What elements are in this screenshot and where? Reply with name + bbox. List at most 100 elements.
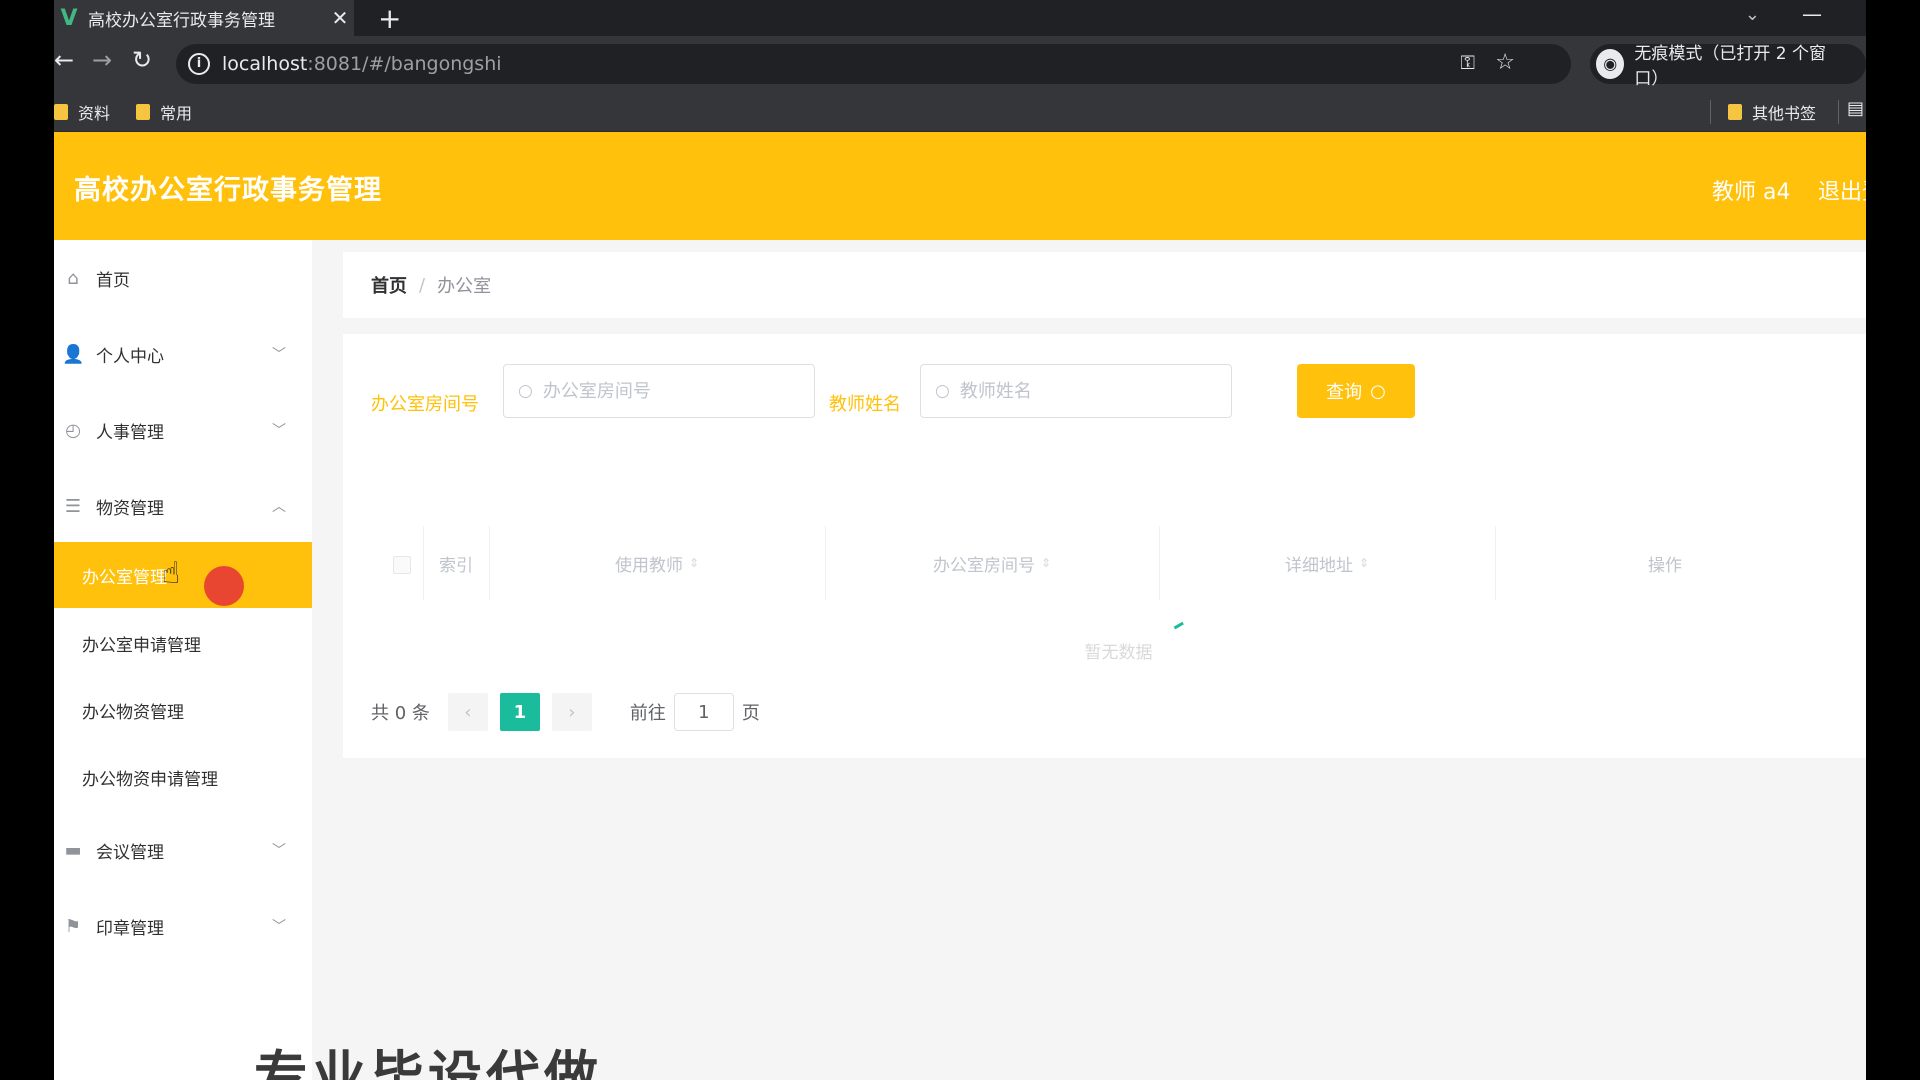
chevron-down-icon: ﹀ [272, 919, 286, 935]
empty-data-text: 暂无数据 [1084, 643, 1153, 663]
sidebar-item-seal[interactable]: ⚑ 印章管理 ﹀ [54, 896, 312, 956]
password-key-icon[interactable]: ⚿ [1461, 52, 1475, 74]
reading-list-icon[interactable]: ▤ [1847, 98, 1864, 119]
browser-toolbar: ← → ↻ i localhost:8081/#/bangongshi ⚿ ☆ … [54, 36, 1866, 92]
new-tab-button[interactable]: + [378, 2, 401, 35]
bookmark-folder[interactable]: 资料 [54, 100, 110, 124]
sidebar-subitem-office-apply[interactable]: 办公室申请管理 [54, 610, 312, 676]
app-title: 高校办公室行政事务管理 [74, 175, 382, 206]
sidebar-item-label: 印章管理 [96, 918, 164, 939]
vue-logo-icon: V [60, 5, 78, 31]
bookmark-divider [1710, 100, 1711, 124]
search-icon: ○ [1370, 380, 1386, 402]
tab-close-icon[interactable]: ✕ [326, 6, 354, 30]
bookmark-folder[interactable]: 常用 [136, 100, 192, 124]
logout-link[interactable]: 退出登录 [1818, 174, 1866, 206]
page-suffix: 页 [741, 703, 760, 724]
hand-cursor-icon: ☝ [162, 556, 181, 591]
goto-page-input[interactable]: 1 [673, 693, 734, 731]
content-panel: 办公室房间号 ○ 教师姓名 ○ 查询 ○ 索引 [343, 334, 1866, 758]
search-icon: ○ [518, 381, 533, 401]
address-bar[interactable]: i localhost:8081/#/bangongshi ⚿ ☆ [176, 44, 1571, 84]
user-name: 教师 a4 [1712, 180, 1791, 205]
sidebar-subitem-supplies-apply[interactable]: 办公物资申请管理 [54, 744, 312, 810]
sort-icon[interactable]: ⇕ [1359, 556, 1369, 570]
breadcrumb: 首页 / 办公室 [343, 252, 1866, 318]
tab-search-icon[interactable]: ⌄ [1745, 4, 1760, 25]
meeting-icon: ▬ [64, 839, 82, 861]
teacher-name-field[interactable]: ○ [920, 364, 1232, 418]
room-number-field[interactable]: ○ [503, 364, 815, 418]
url-path: :8081/#/bangongshi [307, 53, 502, 75]
bookmark-divider [1838, 100, 1839, 124]
sidebar-subitem-supplies[interactable]: 办公物资管理 [54, 677, 312, 743]
sidebar-subitem-label: 办公物资申请管理 [82, 769, 218, 790]
sidebar-item-materials[interactable]: ☰ 物资管理 ︿ [54, 476, 312, 536]
home-icon: ⌂ [67, 267, 79, 289]
incognito-label: 无痕模式（已打开 2 个窗口） [1634, 44, 1827, 89]
page-number[interactable]: 1 [499, 693, 540, 731]
sidebar-item-personal[interactable]: 👤 个人中心 ﹀ [54, 324, 312, 384]
loading-spinner-icon [1173, 621, 1185, 631]
clock-icon: ◴ [65, 419, 81, 441]
minimize-icon[interactable]: — [1802, 2, 1822, 26]
site-info-icon[interactable]: i [188, 53, 210, 75]
url-host: localhost [222, 53, 308, 75]
search-icon: ○ [935, 381, 950, 401]
back-icon[interactable]: ← [54, 46, 74, 74]
sort-icon[interactable]: ⇕ [689, 556, 699, 570]
column-header-label: 使用教师 [614, 555, 683, 576]
incognito-icon: ◉ [1596, 49, 1625, 79]
sidebar-item-label: 会议管理 [96, 842, 164, 863]
breadcrumb-current: 办公室 [437, 276, 492, 297]
room-number-label: 办公室房间号 [371, 394, 479, 415]
url-text: localhost:8081/#/bangongshi [222, 53, 502, 75]
sidebar-item-personnel[interactable]: ◴ 人事管理 ﹀ [54, 400, 312, 460]
app-page: 高校办公室行政事务管理 教师 a4 退出登录 ⌂ 首页 👤 个人中心 ﹀ ◴ 人… [54, 132, 1866, 1080]
bookmark-label: 常用 [160, 104, 193, 123]
column-header-address[interactable]: 详细地址 ⇕ [1159, 526, 1495, 600]
column-header-label: 详细地址 [1284, 555, 1353, 576]
column-header-index: 索引 [439, 555, 473, 576]
room-number-input[interactable] [542, 380, 783, 402]
sidebar-subitem-office[interactable]: 办公室管理 ☝ [54, 542, 312, 608]
sidebar-item-meeting[interactable]: ▬ 会议管理 ﹀ [54, 820, 312, 880]
teacher-name-label: 教师姓名 [829, 394, 901, 415]
query-button[interactable]: 查询 ○ [1297, 364, 1415, 418]
sidebar-subitem-label: 办公室申请管理 [82, 635, 201, 656]
folder-icon [1728, 104, 1742, 120]
reload-icon[interactable]: ↻ [132, 46, 152, 74]
browser-tab[interactable]: V 高校办公室行政事务管理 ✕ [54, 0, 354, 36]
sort-icon[interactable]: ⇕ [1041, 556, 1051, 570]
sidebar: ⌂ 首页 👤 个人中心 ﹀ ◴ 人事管理 ﹀ ☰ 物资管理 ︿ 办公室管理 ☝ … [54, 240, 312, 1080]
incognito-indicator[interactable]: ◉ 无痕模式（已打开 2 个窗口） [1590, 44, 1866, 89]
data-table: 索引 使用教师 ⇕ 办公室房间号 ⇕ 详细地址 ⇕ 操作 暂无数据 [371, 526, 1866, 686]
chevron-down-icon: ﹀ [272, 843, 286, 859]
column-header-room[interactable]: 办公室房间号 ⇕ [825, 526, 1159, 600]
sidebar-item-label: 个人中心 [96, 346, 164, 367]
folder-icon [136, 104, 150, 120]
chevron-down-icon: ﹀ [272, 423, 286, 439]
goto-label: 前往 [629, 703, 666, 724]
browser-window: V 高校办公室行政事务管理 ✕ + ⌄ — ← → ↻ i localhost:… [54, 0, 1866, 1080]
column-header-label: 办公室房间号 [932, 555, 1035, 576]
forward-icon[interactable]: → [92, 46, 112, 74]
screen: V 高校办公室行政事务管理 ✕ + ⌄ — ← → ↻ i localhost:… [0, 0, 1920, 1080]
select-all-checkbox[interactable] [393, 556, 411, 574]
column-header-actions: 操作 [1648, 555, 1682, 576]
prev-page-icon[interactable]: ‹ [447, 693, 488, 731]
sidebar-item-home[interactable]: ⌂ 首页 [54, 248, 312, 308]
sidebar-item-label: 首页 [96, 270, 130, 291]
watermark-overlay: 专业毕设代做 [254, 1045, 602, 1080]
user-icon: 👤 [62, 343, 85, 365]
bookmark-star-icon[interactable]: ☆ [1495, 50, 1515, 75]
tab-title: 高校办公室行政事务管理 [88, 10, 275, 31]
column-header-teacher[interactable]: 使用教师 ⇕ [489, 526, 825, 600]
chevron-up-icon: ︿ [272, 499, 286, 515]
teacher-name-input[interactable] [959, 380, 1200, 402]
breadcrumb-home[interactable]: 首页 [371, 272, 407, 298]
next-page-icon[interactable]: › [551, 693, 592, 731]
bookmark-label: 资料 [78, 104, 111, 123]
query-button-label: 查询 [1326, 382, 1363, 403]
other-bookmarks[interactable]: 其他书签 [1728, 100, 1816, 124]
